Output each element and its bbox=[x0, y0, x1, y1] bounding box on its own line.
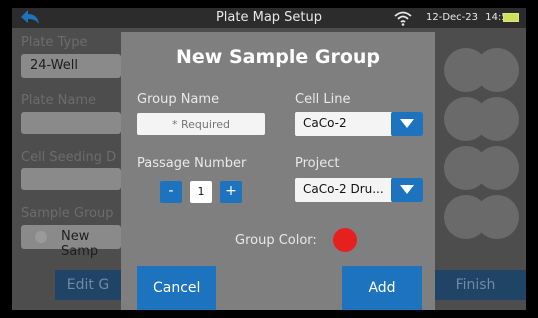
cell-seeding-input[interactable] bbox=[21, 168, 121, 190]
plate-name-label: Plate Name bbox=[21, 93, 96, 108]
plate-type-select[interactable]: 24-Well bbox=[21, 54, 121, 78]
passage-increment-button[interactable]: + bbox=[220, 181, 242, 203]
cell-line-label: Cell Line bbox=[295, 92, 351, 107]
title-bar: Plate Map Setup 12-Dec-23 14:55 bbox=[12, 8, 526, 28]
passage-decrement-button[interactable]: - bbox=[160, 181, 182, 203]
plate-well[interactable] bbox=[475, 146, 519, 190]
status-date: 12-Dec-23 bbox=[426, 12, 479, 23]
cell-line-select[interactable]: CaCo-2 bbox=[295, 112, 423, 136]
cell-seeding-label: Cell Seeding D bbox=[21, 150, 117, 165]
group-color-label: Group Color: bbox=[235, 233, 317, 248]
group-name-label: Group Name bbox=[137, 92, 220, 107]
app-screen: Plate Map Setup 12-Dec-23 14:55 Plate Ty… bbox=[12, 8, 526, 310]
plate-well[interactable] bbox=[475, 195, 519, 239]
sample-group-item[interactable]: New Samp bbox=[21, 225, 121, 259]
wifi-icon bbox=[394, 10, 412, 26]
sample-group-value: New Samp bbox=[61, 229, 99, 259]
status-datetime: 12-Dec-23 14:55 bbox=[426, 12, 514, 23]
dropdown-arrow-icon[interactable] bbox=[391, 178, 423, 202]
dropdown-arrow-icon[interactable] bbox=[391, 112, 423, 136]
add-button[interactable]: Add bbox=[342, 266, 422, 310]
new-sample-group-dialog: New Sample Group Group Name Cell Line Ca… bbox=[121, 32, 435, 310]
group-name-input[interactable] bbox=[137, 113, 265, 135]
plate-well[interactable] bbox=[475, 48, 519, 92]
passage-number-value[interactable]: 1 bbox=[190, 181, 212, 203]
dialog-title: New Sample Group bbox=[175, 46, 381, 68]
group-color-picker[interactable] bbox=[333, 228, 357, 252]
plate-well[interactable] bbox=[475, 97, 519, 141]
sample-group-label: Sample Group bbox=[21, 206, 114, 221]
project-label: Project bbox=[295, 156, 340, 171]
plate-type-label: Plate Type bbox=[21, 35, 88, 50]
plate-name-input[interactable] bbox=[21, 112, 121, 134]
battery-icon bbox=[503, 13, 519, 22]
plate-type-value: 24-Well bbox=[30, 58, 79, 73]
passage-number-label: Passage Number bbox=[137, 156, 247, 171]
project-select[interactable]: CaCo-2 Dru... bbox=[295, 178, 423, 202]
edit-group-button[interactable]: Edit G bbox=[55, 270, 121, 300]
cancel-button[interactable]: Cancel bbox=[137, 266, 216, 310]
project-value: CaCo-2 Dru... bbox=[303, 182, 384, 196]
finish-button[interactable]: Finish bbox=[435, 270, 526, 300]
cell-line-value: CaCo-2 bbox=[303, 116, 347, 130]
group-color-swatch bbox=[35, 231, 47, 243]
